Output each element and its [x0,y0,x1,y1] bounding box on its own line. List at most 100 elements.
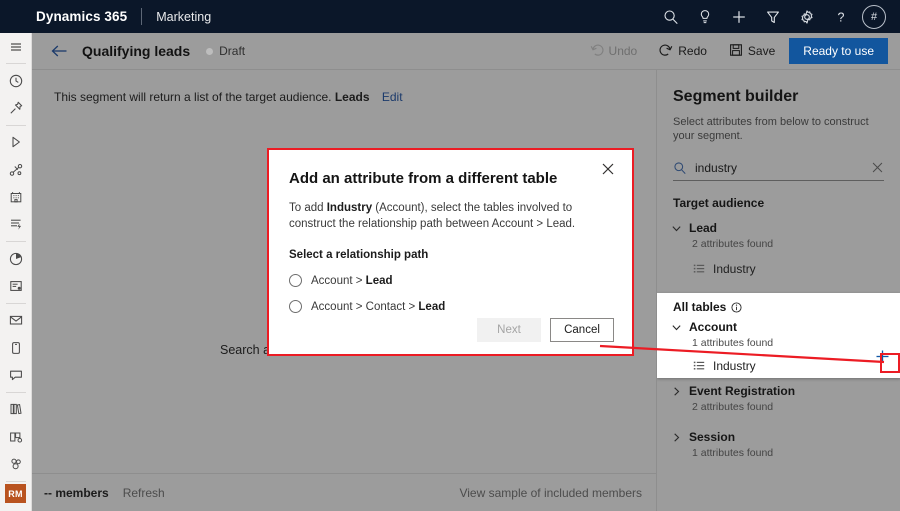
attributes-found-count: 1 attributes found [692,337,900,349]
attribute-search-box[interactable]: industry [673,155,884,181]
radio-button-icon[interactable] [289,300,302,313]
tree-group-account[interactable]: Account [671,320,900,334]
segment-description: This segment will return a list of the t… [54,90,403,104]
chevron-down-icon[interactable] [671,322,682,333]
all-tables-popout: All tables Account 1 attributes found In… [657,293,900,378]
quick-campaign-icon[interactable] [0,211,32,238]
pinned-pin-icon[interactable] [0,95,32,122]
filter-icon[interactable] [756,0,790,33]
refresh-button[interactable]: Refresh [123,486,165,500]
user-initials-avatar[interactable]: RM [5,484,26,503]
lightbulb-icon[interactable] [688,0,722,33]
attribute-name: Industry [713,262,756,276]
marketing-email-flow-icon[interactable] [0,156,32,183]
segment-description-text: This segment will return a list of the t… [54,90,331,104]
sms-chat-icon[interactable] [0,361,32,388]
user-avatar-top[interactable]: # [862,5,886,29]
cancel-button[interactable]: Cancel [550,318,614,342]
dialog-title: Add an attribute from a different table [289,170,612,187]
collapsed-tables-list: Event Registration 2 attributes found Se… [657,380,900,459]
info-circle-icon[interactable] [731,302,742,313]
tree-group-event-registration[interactable]: Event Registration [671,384,900,398]
page-title: Qualifying leads [82,43,190,59]
relationship-option-2-label: Account > Contact > Lead [311,301,445,313]
library-icon[interactable] [0,396,32,423]
templates-icon[interactable] [0,423,32,450]
rail-divider [6,481,26,482]
bottom-status-bar: -- members Refresh View sample of includ… [32,473,656,511]
status-badge: Draft [219,44,245,58]
attributes-found-count: 2 attributes found [692,238,900,250]
undo-button[interactable]: Undo [582,39,646,64]
email-envelope-icon[interactable] [0,307,32,334]
rail-divider [6,303,26,304]
search-icon[interactable] [654,0,688,33]
dialog-body: Add an attribute from a different table … [269,150,632,313]
attribute-row-account-industry[interactable]: Industry [657,355,900,377]
members-count-label: -- members [44,486,109,500]
tree-group-name: Lead [689,221,717,235]
chevron-right-icon[interactable] [671,432,682,443]
top-navigation-bar: Dynamics 365 Marketing ? # [0,0,900,33]
relationship-option-1-label: Account > Lead [311,275,393,287]
add-attribute-plus-icon[interactable] [873,347,891,365]
topnav-icon-group: ? # [654,0,894,33]
mobile-device-icon[interactable] [0,334,32,361]
tree-group-session[interactable]: Session [671,430,900,444]
forms-icon[interactable] [0,272,32,299]
add-attribute-dialog: Add an attribute from a different table … [267,148,634,356]
dialog-desc-part1: To add [289,202,327,214]
option-set-list-icon [693,360,705,372]
canvas-search-text[interactable]: Search a [220,343,270,357]
target-audience-heading: Target audience [673,196,900,210]
plus-icon[interactable] [722,0,756,33]
segments-icon[interactable] [0,450,32,477]
segment-target-entity: Leads [335,90,370,104]
back-arrow-icon[interactable] [44,36,74,66]
ready-to-use-button[interactable]: Ready to use [789,38,888,64]
attributes-found-count: 2 attributes found [692,401,900,413]
save-button[interactable]: Save [721,39,783,64]
chevron-right-icon[interactable] [671,386,682,397]
tree-group-name: Session [689,430,735,444]
edit-target-link[interactable]: Edit [382,90,403,104]
segment-builder-panel: Segment builder Select attributes from b… [656,70,900,511]
redo-button[interactable]: Redo [651,39,715,64]
gear-icon[interactable] [790,0,824,33]
app-root: Dynamics 365 Marketing ? # [0,0,900,511]
attribute-row-lead-industry-optionset[interactable]: Industry [657,258,900,280]
rail-divider [6,241,26,242]
all-tables-label: All tables [673,300,726,314]
redo-label: Redo [678,44,707,58]
dialog-desc-attribute: Industry [327,202,372,214]
recent-clock-icon[interactable] [0,67,32,94]
tree-group-lead[interactable]: Lead [671,221,900,235]
app-name-label[interactable]: Marketing [156,10,211,24]
hamburger-menu-icon[interactable] [0,33,32,60]
search-input[interactable]: industry [695,161,871,175]
target-audience-label: Target audience [673,196,764,210]
help-icon[interactable]: ? [824,0,858,33]
relationship-option-2[interactable]: Account > Contact > Lead [289,300,612,313]
dialog-description: To add Industry (Account), select the ta… [289,200,604,232]
events-building-icon[interactable] [0,183,32,210]
save-label: Save [748,44,775,58]
option-prefix: Account > Contact > [311,301,418,313]
attributes-found-count: 1 attributes found [692,447,900,459]
rail-divider [6,63,26,64]
radio-button-icon[interactable] [289,274,302,287]
close-x-icon[interactable] [598,159,618,179]
chevron-down-icon[interactable] [671,223,682,234]
view-sample-members-link[interactable]: View sample of included members [459,486,642,500]
status-dot-icon [206,48,213,55]
brand-logo[interactable]: Dynamics 365 [36,9,127,24]
next-button[interactable]: Next [477,318,541,342]
save-disk-icon [729,43,743,60]
panel-subtitle: Select attributes from below to construc… [673,115,884,143]
analytics-pie-icon[interactable] [0,245,32,272]
relationship-option-1[interactable]: Account > Lead [289,274,612,287]
customer-journey-icon[interactable] [0,129,32,156]
clear-x-icon[interactable] [871,161,884,174]
search-icon [673,161,687,175]
svg-text:?: ? [838,10,845,24]
